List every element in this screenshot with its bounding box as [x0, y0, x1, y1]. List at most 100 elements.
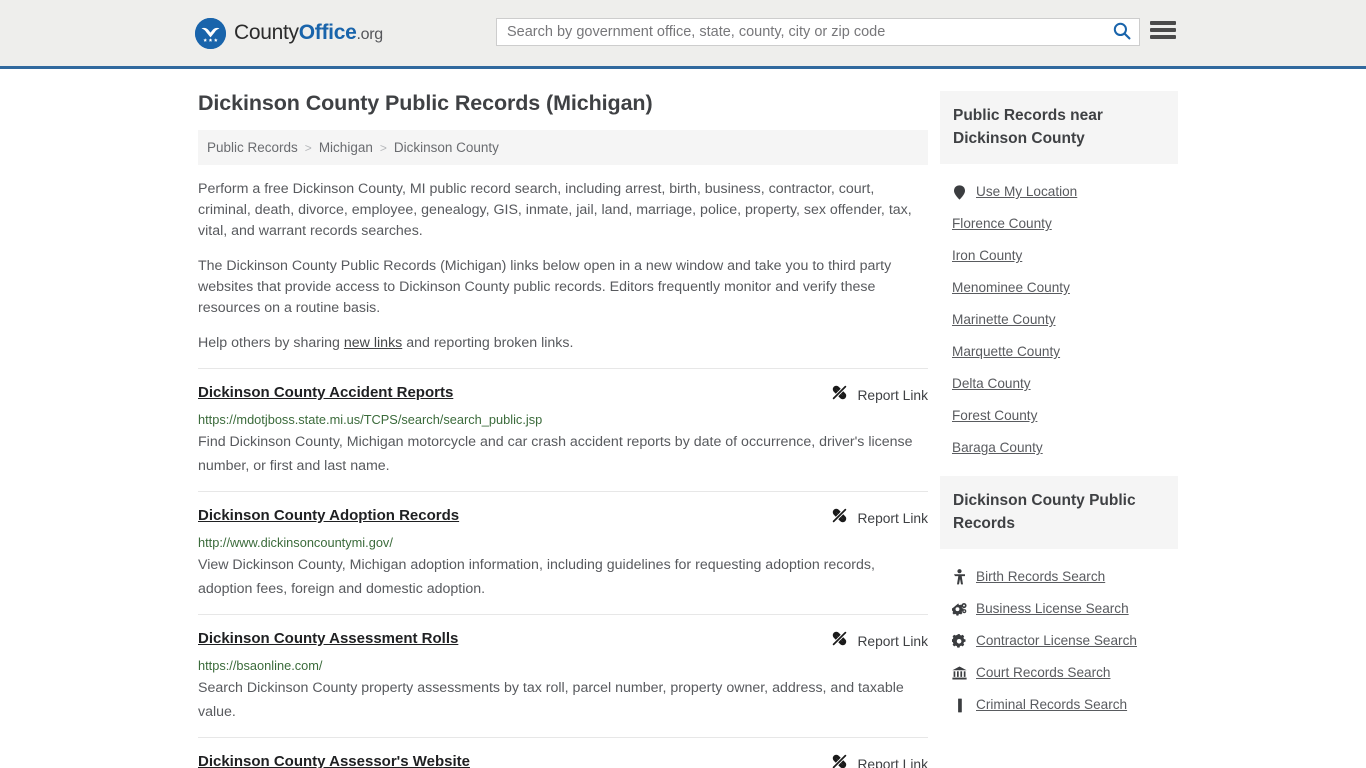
cogs-icon	[952, 602, 967, 617]
sidebar-panel-items: Birth Records Search Business License Sea…	[940, 549, 1178, 721]
report-link-label: Report Link	[857, 756, 928, 768]
page-body: Dickinson County Public Records (Michiga…	[0, 69, 1366, 768]
breadcrumb-item-michigan[interactable]: Michigan	[319, 140, 373, 155]
logo-text-county: County	[234, 21, 299, 44]
result-header: Dickinson County Assessor's Website Repo…	[198, 752, 928, 768]
result-description: View Dickinson County, Michigan adoption…	[198, 557, 875, 597]
cog-icon	[952, 633, 967, 649]
report-link-label: Report Link	[857, 387, 928, 403]
sidebar-item-forest-county[interactable]: Forest County	[942, 400, 1178, 432]
sidebar: Public Records near Dickinson County Use…	[940, 69, 1178, 768]
result-title-link[interactable]: Dickinson County Adoption Records	[198, 506, 459, 525]
map-pin-icon	[952, 184, 967, 200]
menu-bar-2	[1150, 28, 1176, 32]
new-links-link[interactable]: new links	[344, 335, 402, 351]
sidebar-item-label[interactable]: Delta County	[952, 375, 1031, 393]
intro-paragraph-3: Help others by sharing new links and rep…	[198, 333, 928, 354]
sidebar-item-label[interactable]: Court Records Search	[976, 664, 1110, 682]
sidebar-item-label[interactable]: Iron County	[952, 247, 1022, 265]
menu-bar-1	[1150, 21, 1176, 25]
sidebar-panels: Public Records near Dickinson County Use…	[940, 91, 1178, 721]
sidebar-item-label[interactable]: Birth Records Search	[976, 568, 1105, 586]
result-header: Dickinson County Accident Reports Report…	[198, 383, 928, 406]
result-title-link[interactable]: Dickinson County Assessment Rolls	[198, 629, 458, 648]
sidebar-item-contractor-license-search[interactable]: Contractor License Search	[942, 625, 1178, 657]
baby-icon	[952, 569, 967, 585]
sidebar-item-iron-county[interactable]: Iron County	[942, 240, 1178, 272]
breadcrumb-item-public-records[interactable]: Public Records	[207, 140, 298, 155]
report-link-label: Report Link	[857, 633, 928, 649]
result-header: Dickinson County Adoption Records Report…	[198, 506, 928, 529]
report-link-label: Report Link	[857, 510, 928, 526]
sidebar-item-criminal-records-search[interactable]: Criminal Records Search	[942, 689, 1178, 721]
sidebar-item-marinette-county[interactable]: Marinette County	[942, 304, 1178, 336]
sidebar-item-menominee-county[interactable]: Menominee County	[942, 272, 1178, 304]
result-header: Dickinson County Assessment Rolls Report…	[198, 629, 928, 652]
sidebar-item-label[interactable]: Florence County	[952, 215, 1052, 233]
sidebar-item-use-my-location[interactable]: Use My Location	[942, 176, 1178, 208]
results-list: Dickinson County Accident Reports Report…	[198, 368, 928, 768]
result-url: http://www.dickinsoncountymi.gov/	[198, 535, 393, 550]
broken-link-icon	[831, 753, 848, 768]
breadcrumb-separator-2: >	[379, 140, 387, 155]
result-title-link[interactable]: Dickinson County Assessor's Website	[198, 752, 470, 768]
sidebar-item-label[interactable]: Use My Location	[976, 183, 1077, 201]
sidebar-panel-title: Dickinson County Public Records	[940, 476, 1178, 549]
sidebar-item-business-license-search[interactable]: Business License Search	[942, 593, 1178, 625]
intro-section: Perform a free Dickinson County, MI publ…	[198, 179, 928, 354]
logo-text: CountyOffice.org	[234, 21, 383, 45]
sidebar-panel-0: Public Records near Dickinson County Use…	[940, 91, 1178, 464]
intro-p3-before: Help others by sharing	[198, 335, 344, 351]
hamburger-menu-icon[interactable]	[1150, 19, 1176, 41]
site-logo[interactable]: CountyOffice.org	[195, 17, 383, 49]
breadcrumb-separator-1: >	[304, 140, 312, 155]
breadcrumb-item-dickinson-county: Dickinson County	[393, 140, 499, 155]
sidebar-item-florence-county[interactable]: Florence County	[942, 208, 1178, 240]
sidebar-item-label[interactable]: Contractor License Search	[976, 632, 1137, 650]
gavel-icon	[952, 698, 967, 713]
report-link-button[interactable]: Report Link	[831, 753, 928, 768]
sidebar-item-label[interactable]: Forest County	[952, 407, 1037, 425]
result-url: https://mdotjboss.state.mi.us/TCPS/searc…	[198, 412, 543, 427]
broken-link-icon	[831, 384, 848, 406]
menu-bar-3	[1150, 35, 1176, 39]
search-icon	[1113, 22, 1131, 43]
breadcrumb: Public Records > Michigan > Dickinson Co…	[198, 130, 928, 165]
sidebar-item-birth-records-search[interactable]: Birth Records Search	[942, 561, 1178, 593]
page-title: Dickinson County Public Records (Michiga…	[198, 91, 653, 115]
logo-text-org: .org	[356, 26, 383, 43]
broken-link-icon	[831, 507, 848, 529]
search-button[interactable]	[1105, 19, 1139, 45]
sidebar-item-label[interactable]: Business License Search	[976, 600, 1129, 618]
intro-p3-after: and reporting broken links.	[402, 335, 574, 351]
sidebar-item-marquette-county[interactable]: Marquette County	[942, 336, 1178, 368]
sidebar-panel-1: Dickinson County Public Records Birth Re…	[940, 476, 1178, 721]
sidebar-item-baraga-county[interactable]: Baraga County	[942, 432, 1178, 464]
result-item-2: Dickinson County Assessment Rolls Report…	[198, 614, 928, 737]
intro-paragraph-1: Perform a free Dickinson County, MI publ…	[198, 181, 912, 239]
broken-link-icon	[831, 630, 848, 652]
result-title-link[interactable]: Dickinson County Accident Reports	[198, 383, 453, 402]
sidebar-item-delta-county[interactable]: Delta County	[942, 368, 1178, 400]
report-link-button[interactable]: Report Link	[831, 630, 928, 652]
sidebar-item-label[interactable]: Marinette County	[952, 311, 1056, 329]
search-input[interactable]	[497, 19, 1105, 45]
sidebar-item-label[interactable]: Criminal Records Search	[976, 696, 1127, 714]
bank-icon	[952, 666, 967, 680]
sidebar-item-label[interactable]: Marquette County	[952, 343, 1060, 361]
sidebar-panel-title: Public Records near Dickinson County	[940, 91, 1178, 164]
result-description: Find Dickinson County, Michigan motorcyc…	[198, 434, 913, 474]
search-bar[interactable]	[496, 18, 1140, 46]
sidebar-item-court-records-search[interactable]: Court Records Search	[942, 657, 1178, 689]
report-link-button[interactable]: Report Link	[831, 507, 928, 529]
eagle-shield-icon	[195, 17, 226, 49]
logo-text-office: Office	[298, 21, 357, 44]
sidebar-item-label[interactable]: Menominee County	[952, 279, 1070, 297]
main-content: Dickinson County Public Records (Michiga…	[198, 69, 928, 768]
result-item-3: Dickinson County Assessor's Website Repo…	[198, 737, 928, 768]
result-item-0: Dickinson County Accident Reports Report…	[198, 368, 928, 491]
report-link-button[interactable]: Report Link	[831, 384, 928, 406]
sidebar-item-label[interactable]: Baraga County	[952, 439, 1043, 457]
intro-paragraph-2: The Dickinson County Public Records (Mic…	[198, 258, 892, 316]
result-description: Search Dickinson County property assessm…	[198, 680, 904, 720]
